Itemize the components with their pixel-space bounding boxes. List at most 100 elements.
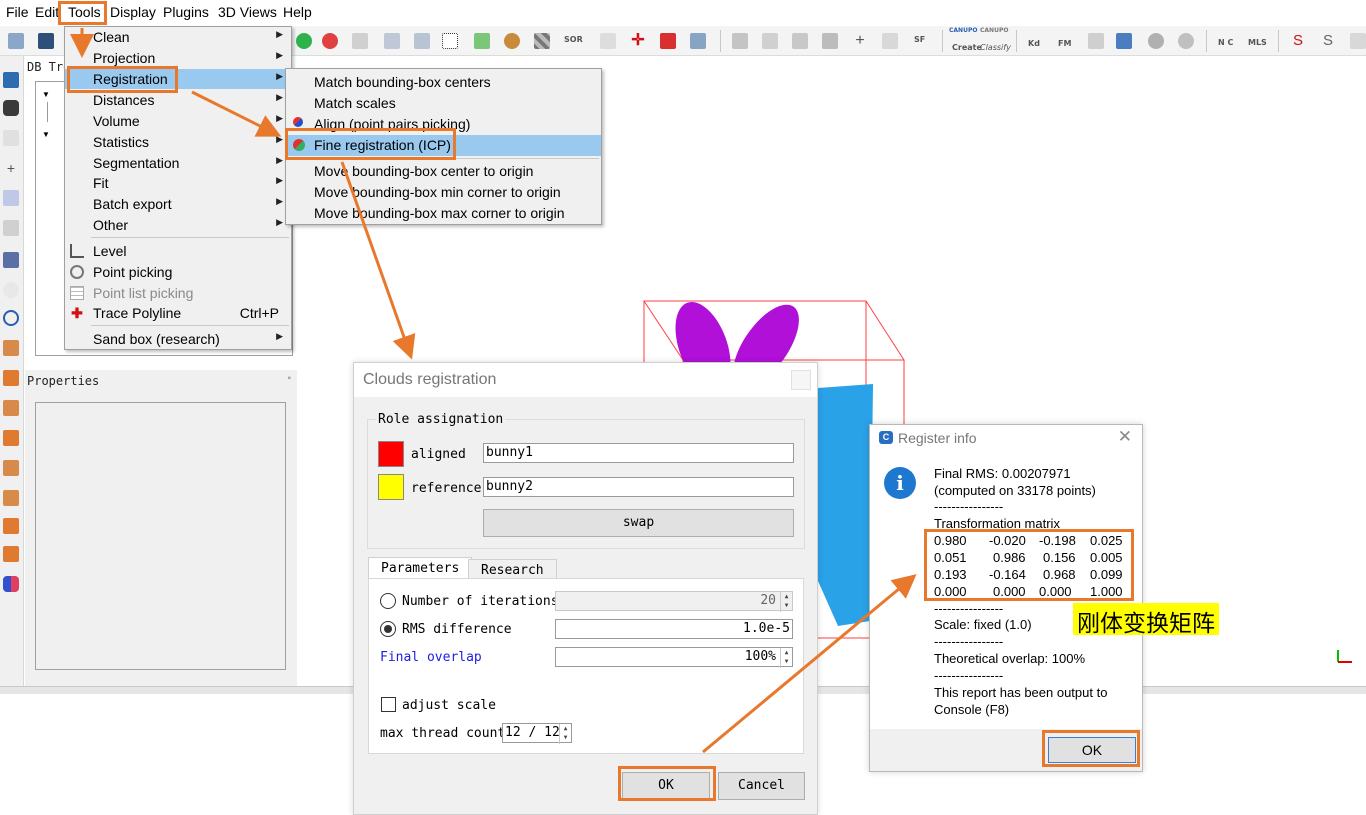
save-icon[interactable]: [38, 33, 54, 49]
sf-gradient-icon[interactable]: [474, 33, 490, 49]
close-icon[interactable]: ✕: [1118, 427, 1132, 447]
camera-icon[interactable]: [3, 100, 19, 116]
menu-edit[interactable]: Edit: [35, 4, 59, 20]
clip-icon[interactable]: [690, 33, 706, 49]
globe-icon[interactable]: [1178, 33, 1194, 49]
iterations-field[interactable]: 20: [555, 591, 793, 611]
menu-item-distances[interactable]: Distances ▶: [65, 90, 291, 110]
properties-view[interactable]: [35, 402, 286, 670]
iterations-spin-icon[interactable]: ▲ ▼: [780, 592, 792, 612]
menu-plugins[interactable]: Plugins: [163, 4, 209, 20]
pin-icon[interactable]: ◦: [287, 373, 291, 384]
rms-difference-field[interactable]: 1.0e-5: [555, 619, 793, 639]
remove-sf-icon[interactable]: [882, 33, 898, 49]
view-top-icon[interactable]: [3, 340, 19, 356]
menu-item-match-scales[interactable]: Match scales: [286, 93, 601, 114]
section-icon[interactable]: S: [1290, 33, 1306, 49]
menu-item-projection[interactable]: Projection ▶: [65, 48, 291, 68]
scale-icon[interactable]: [3, 130, 19, 146]
menu-item-move-bbox-max[interactable]: Move bounding-box max corner to origin: [286, 203, 601, 224]
menu-item-move-bbox-min[interactable]: Move bounding-box min corner to origin: [286, 182, 601, 203]
sf-arithmetic-icon[interactable]: SF: [914, 35, 925, 44]
menu-display[interactable]: Display: [110, 4, 156, 20]
octree-icon[interactable]: [384, 33, 400, 49]
view-back-icon[interactable]: [3, 430, 19, 446]
sor-filter-icon[interactable]: SOR: [564, 35, 583, 44]
view-iso-front-icon[interactable]: [3, 518, 19, 534]
points-icon[interactable]: [442, 33, 458, 49]
expand-arrow-icon[interactable]: ▼: [42, 130, 50, 139]
iterations-radio[interactable]: [380, 593, 396, 609]
export-icon[interactable]: [1116, 33, 1132, 49]
stereo-icon[interactable]: [3, 576, 19, 592]
translate-icon[interactable]: ✛: [630, 33, 646, 49]
sphere-icon[interactable]: [1148, 33, 1164, 49]
adjust-scale-checkbox[interactable]: [381, 697, 396, 712]
histogram-icon[interactable]: [732, 33, 748, 49]
expand-arrow-icon[interactable]: ▼: [42, 90, 50, 99]
menu-item-segmentation[interactable]: Segmentation ▶: [65, 153, 291, 173]
menu-item-batch-export[interactable]: Batch export ▶: [65, 194, 291, 214]
view-bottom-icon[interactable]: [3, 490, 19, 506]
zoom-icon[interactable]: [3, 310, 19, 326]
mesh-icon[interactable]: [660, 33, 676, 49]
tab-parameters[interactable]: Parameters: [368, 557, 473, 579]
add-sf-icon[interactable]: +: [852, 33, 868, 49]
cube-icon[interactable]: [3, 252, 19, 268]
canupo-create-icon[interactable]: Create: [952, 43, 982, 52]
view-front-icon[interactable]: [3, 370, 19, 386]
subsample-icon[interactable]: [322, 33, 338, 49]
menu-item-move-bbox-center[interactable]: Move bounding-box center to origin: [286, 161, 601, 182]
filter-icon[interactable]: [504, 33, 520, 49]
more-icon[interactable]: [1350, 33, 1366, 49]
normals-icon[interactable]: [414, 33, 430, 49]
open-icon[interactable]: [8, 33, 24, 49]
thread-spin-icon[interactable]: ▲ ▼: [559, 724, 571, 744]
menu-item-sandbox[interactable]: Sand box (research) ▶: [65, 329, 291, 349]
checker-icon[interactable]: [534, 33, 550, 49]
sf-list-icon[interactable]: [822, 33, 838, 49]
menu-file[interactable]: File: [6, 4, 29, 20]
menu-item-statistics[interactable]: Statistics ▶: [65, 132, 291, 152]
view-left-icon[interactable]: [3, 400, 19, 416]
swap-button[interactable]: swap: [483, 509, 794, 537]
zoom-plus-icon[interactable]: +: [3, 160, 19, 176]
view-right-icon[interactable]: [3, 460, 19, 476]
reference-cloud-field[interactable]: bunny2: [483, 477, 794, 497]
reference-color-swatch[interactable]: [378, 474, 404, 500]
menu-item-volume[interactable]: Volume ▶: [65, 111, 291, 131]
normal-compute-icon[interactable]: N C: [1218, 38, 1233, 47]
menu-help[interactable]: Help: [283, 4, 312, 20]
canupo-classify-icon[interactable]: Classify: [980, 43, 1011, 52]
sample-icon[interactable]: [296, 33, 312, 49]
overlap-spin-icon[interactable]: ▲ ▼: [780, 648, 792, 668]
rms-difference-radio[interactable]: [380, 621, 396, 637]
kd-tree-icon[interactable]: Kd: [1028, 39, 1040, 48]
register-icon[interactable]: [600, 33, 616, 49]
perspective-icon[interactable]: [3, 220, 19, 236]
sort-icon[interactable]: [792, 33, 808, 49]
fast-marching-icon[interactable]: FM: [1058, 39, 1071, 48]
menu-item-fit[interactable]: Fit ▶: [65, 173, 291, 193]
close-button[interactable]: [791, 370, 811, 390]
display-icon[interactable]: [3, 72, 19, 88]
light-icon[interactable]: [3, 282, 19, 298]
aligned-color-swatch[interactable]: [378, 441, 404, 467]
menu-item-match-bbox-centers[interactable]: Match bounding-box centers: [286, 72, 601, 93]
menu-item-clean[interactable]: Clean ▶: [65, 27, 291, 47]
menu-3d-views[interactable]: 3D Views: [218, 4, 277, 20]
pivot-icon[interactable]: [3, 190, 19, 206]
cancel-button[interactable]: Cancel: [718, 772, 805, 800]
menu-item-point-picking[interactable]: Point picking: [65, 262, 291, 282]
aligned-cloud-field[interactable]: bunny1: [483, 443, 794, 463]
menu-item-other[interactable]: Other ▶: [65, 215, 291, 235]
hpr-icon[interactable]: [1088, 33, 1104, 49]
menu-item-level[interactable]: Level: [65, 241, 291, 261]
view-iso-back-icon[interactable]: [3, 546, 19, 562]
merge-icon[interactable]: [352, 33, 368, 49]
final-overlap-field[interactable]: 100%: [555, 647, 793, 667]
menu-item-trace-polyline[interactable]: ✚ Trace Polyline Ctrl+P: [65, 303, 291, 323]
stats-icon[interactable]: [762, 33, 778, 49]
mls-icon[interactable]: MLS: [1248, 38, 1267, 47]
section-cut-icon[interactable]: S: [1320, 33, 1336, 49]
